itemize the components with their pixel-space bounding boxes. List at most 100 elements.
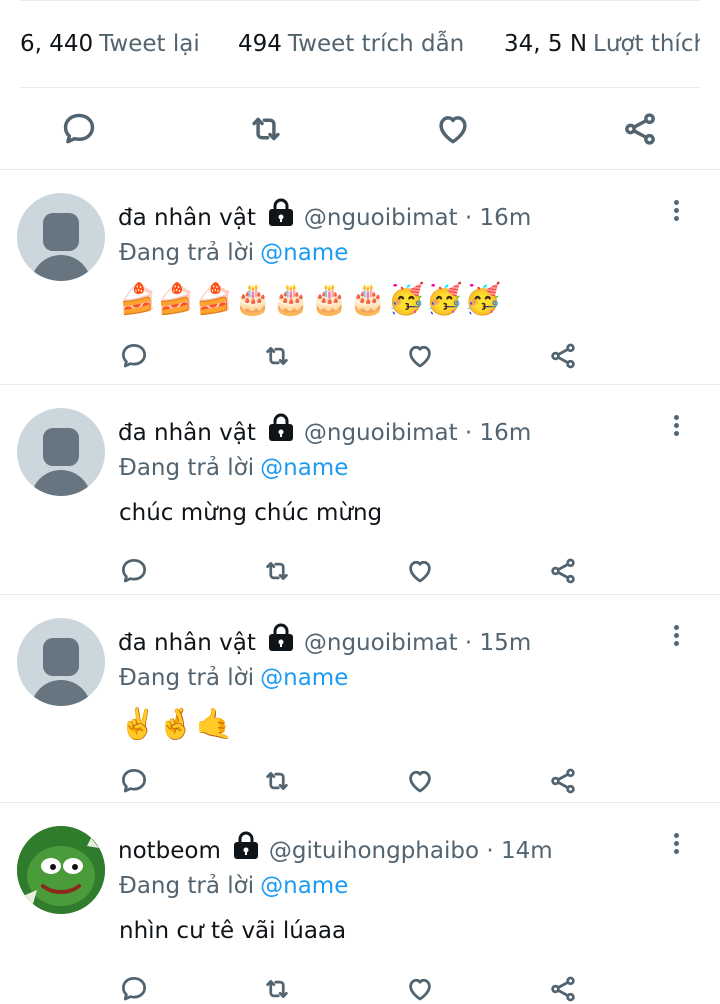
tweet-header: notbeom @gituihongphaibo · 14m <box>118 829 553 868</box>
share-icon <box>548 974 578 1004</box>
retweets-stat[interactable]: 6, 440 Tweet lại <box>20 29 200 59</box>
reply-button[interactable] <box>119 556 149 586</box>
share-icon <box>548 341 578 371</box>
reply-tweet[interactable]: đa nhân vật @nguoibimat · 16m Đang trả lời… <box>0 170 720 385</box>
heart-icon <box>405 556 435 586</box>
tweet-actions <box>0 556 720 596</box>
tweet-actions <box>0 766 720 806</box>
likes-count: 34, 5 N <box>504 31 588 57</box>
share-button[interactable] <box>621 110 659 148</box>
retweet-button[interactable] <box>262 556 292 586</box>
like-button[interactable] <box>405 341 435 371</box>
reply-button[interactable] <box>60 110 98 148</box>
replying-to-label: Đang trả lời <box>119 455 255 481</box>
reply-icon <box>119 341 149 371</box>
replying-to: Đang trả lời @name <box>119 451 348 485</box>
like-button[interactable] <box>405 766 435 796</box>
reply-tweet[interactable]: đa nhân vật @nguoibimat · 15m Đang trả lời… <box>0 595 720 803</box>
timestamp[interactable]: 16m <box>480 420 532 446</box>
avatar[interactable] <box>17 193 105 281</box>
main-tweet-actions <box>0 88 720 170</box>
display-name[interactable]: đa nhân vật <box>118 630 256 656</box>
more-icon[interactable] <box>672 833 680 857</box>
user-handle[interactable]: @nguoibimat <box>304 420 458 446</box>
user-handle[interactable]: @nguoibimat <box>304 205 458 231</box>
retweet-icon <box>262 766 292 796</box>
tweet-text: nhìn cư tê vãi lúaaa <box>119 918 347 944</box>
share-icon <box>548 556 578 586</box>
tweet-header: đa nhân vật @nguoibimat · 15m <box>118 621 531 660</box>
replying-to-label: Đang trả lời <box>119 873 255 899</box>
tweet-text: ✌️🤞🤙 <box>119 707 235 742</box>
avatar[interactable] <box>17 408 105 496</box>
mention-link[interactable]: @name <box>260 665 348 691</box>
avatar[interactable] <box>17 826 105 914</box>
share-button[interactable] <box>548 974 578 1004</box>
mention-link[interactable]: @name <box>260 240 348 266</box>
replying-to-label: Đang trả lời <box>119 665 255 691</box>
lock-icon <box>266 621 296 653</box>
retweets-count: 6, 440 <box>20 31 94 57</box>
tweet-actions <box>0 341 720 381</box>
like-button[interactable] <box>405 556 435 586</box>
mention-link[interactable]: @name <box>260 455 348 481</box>
reply-tweet[interactable]: đa nhân vật @nguoibimat · 16m Đang trả lời… <box>0 385 720 595</box>
more-icon[interactable] <box>672 625 680 649</box>
timestamp[interactable]: 15m <box>480 630 532 656</box>
replying-to: Đang trả lời @name <box>119 236 348 270</box>
engagement-stats: 6, 440 Tweet lại 494 Tweet trích dẫn 34, 5… <box>20 0 700 88</box>
reply-icon <box>63 113 95 144</box>
share-button[interactable] <box>548 341 578 371</box>
mention-link[interactable]: @name <box>260 873 348 899</box>
replying-to: Đang trả lời @name <box>119 661 348 695</box>
likes-label: Lượt thích <box>593 31 700 57</box>
separator-dot: · <box>486 838 494 864</box>
retweet-button[interactable] <box>262 766 292 796</box>
reply-icon <box>119 974 149 1004</box>
retweet-button[interactable] <box>262 974 292 1004</box>
display-name[interactable]: đa nhân vật <box>118 420 256 446</box>
likes-stat[interactable]: 34, 5 N Lượt thích <box>504 29 700 59</box>
tweet-detail-page: 6, 440 Tweet lại 494 Tweet trích dẫn 34, 5… <box>0 0 720 1004</box>
reply-icon <box>119 766 149 796</box>
retweet-button[interactable] <box>247 110 285 148</box>
heart-icon <box>405 341 435 371</box>
tweet-text: chúc mừng chúc mừng <box>119 500 383 526</box>
separator-dot: · <box>464 420 473 446</box>
reply-button[interactable] <box>119 766 149 796</box>
reply-tweet[interactable]: notbeom @gituihongphaibo · 14m Đang trả lờ… <box>0 803 720 1004</box>
timestamp[interactable]: 16m <box>480 205 532 231</box>
more-icon[interactable] <box>672 415 680 439</box>
share-button[interactable] <box>548 766 578 796</box>
user-handle[interactable]: @nguoibimat <box>304 630 458 656</box>
lock-icon <box>266 411 296 443</box>
like-button[interactable] <box>405 974 435 1004</box>
reply-button[interactable] <box>119 974 149 1004</box>
display-name[interactable]: đa nhân vật <box>118 205 256 231</box>
tweet-actions <box>0 974 720 1004</box>
user-handle[interactable]: @gituihongphaibo <box>269 838 479 864</box>
lock-icon <box>231 829 261 861</box>
retweet-button[interactable] <box>262 341 292 371</box>
like-button[interactable] <box>434 110 472 148</box>
reply-icon <box>119 556 149 586</box>
separator-dot: · <box>464 205 473 231</box>
separator-dot: · <box>464 630 473 656</box>
share-button[interactable] <box>548 556 578 586</box>
timestamp[interactable]: 14m <box>501 838 553 864</box>
lock-icon <box>266 196 296 228</box>
avatar[interactable] <box>17 618 105 706</box>
share-icon <box>625 113 655 145</box>
heart-icon <box>405 766 435 796</box>
replying-to: Đang trả lời @name <box>119 869 348 903</box>
display-name[interactable]: notbeom <box>118 838 221 864</box>
replying-to-label: Đang trả lời <box>119 240 255 266</box>
quotes-count: 494 <box>238 31 282 57</box>
quotes-stat[interactable]: 494 Tweet trích dẫn <box>238 29 464 59</box>
retweet-icon <box>262 341 292 371</box>
heart-icon <box>405 974 435 1004</box>
retweet-icon <box>262 974 292 1004</box>
more-icon[interactable] <box>672 200 680 224</box>
reply-button[interactable] <box>119 341 149 371</box>
tweet-header: đa nhân vật @nguoibimat · 16m <box>118 411 531 450</box>
